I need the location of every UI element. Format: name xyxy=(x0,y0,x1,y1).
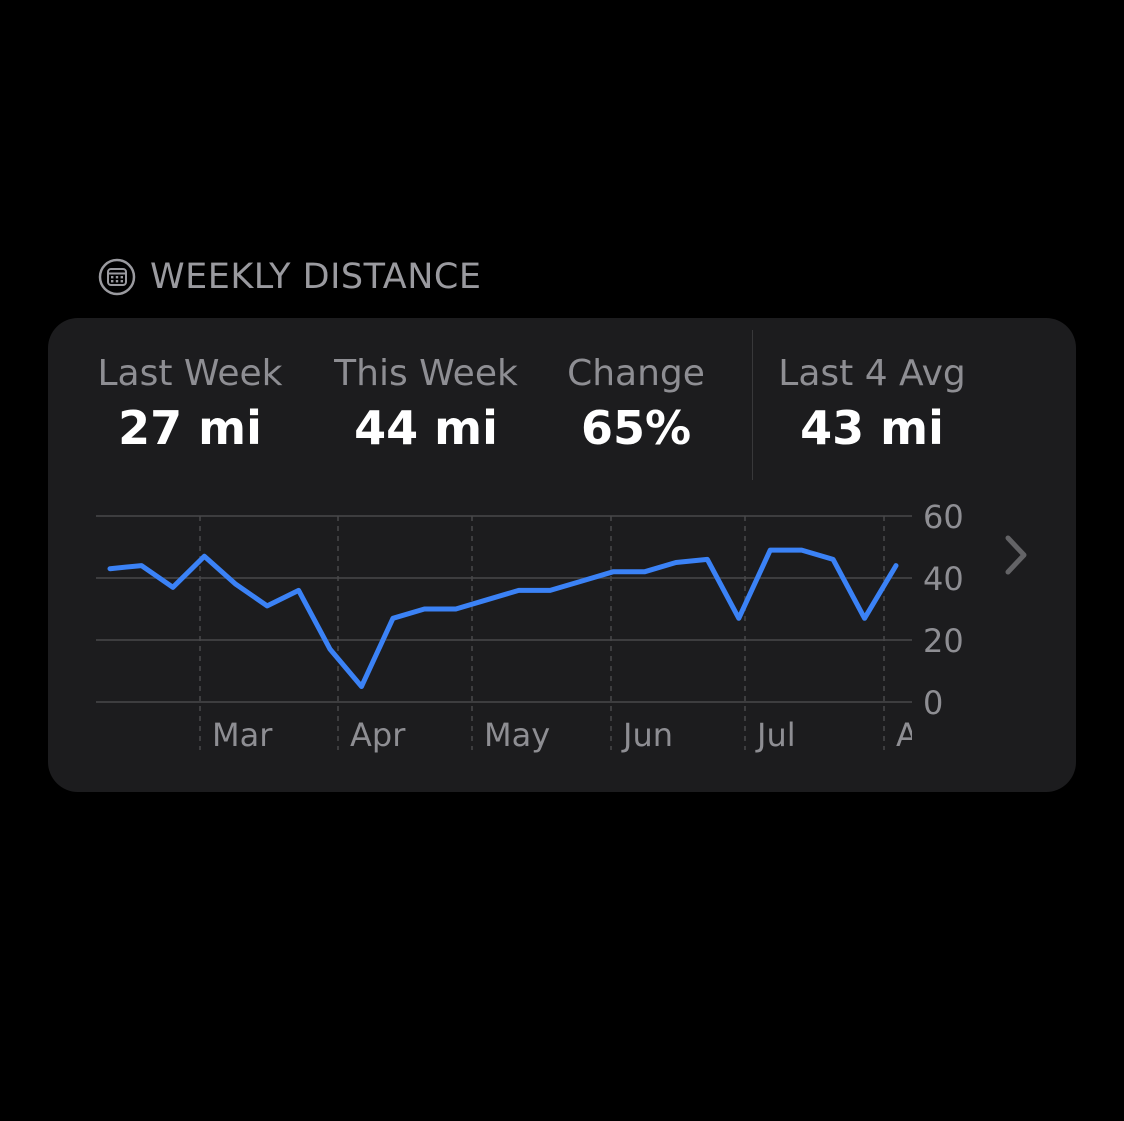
section-title: WEEKLY DISTANCE xyxy=(150,257,482,297)
x-tick-label: A xyxy=(896,716,918,754)
distance-series-line xyxy=(107,547,899,689)
section-header: WEEKLY DISTANCE xyxy=(98,256,481,298)
x-tick-label: Jul xyxy=(755,716,796,754)
y-tick-label: 60 xyxy=(923,498,964,536)
weekly-distance-card[interactable]: Last Week 27 mi This Week 44 mi Change 6… xyxy=(48,318,1076,792)
x-tick-label: Jun xyxy=(621,716,673,754)
page: WEEKLY DISTANCE Last Week 27 mi This Wee… xyxy=(0,0,1124,1121)
weekly-distance-chart[interactable]: 0 20 40 60 Mar Apr May Jun Jul A xyxy=(48,318,1076,792)
y-tick-label: 40 xyxy=(923,560,964,598)
x-tick-label: Apr xyxy=(350,716,406,754)
x-tick-label: Mar xyxy=(212,716,273,754)
y-tick-label: 20 xyxy=(923,622,964,660)
y-tick-label: 0 xyxy=(923,684,943,722)
chevron-right-icon[interactable] xyxy=(998,530,1034,580)
calendar-icon xyxy=(98,258,136,296)
x-tick-label: May xyxy=(484,716,550,754)
